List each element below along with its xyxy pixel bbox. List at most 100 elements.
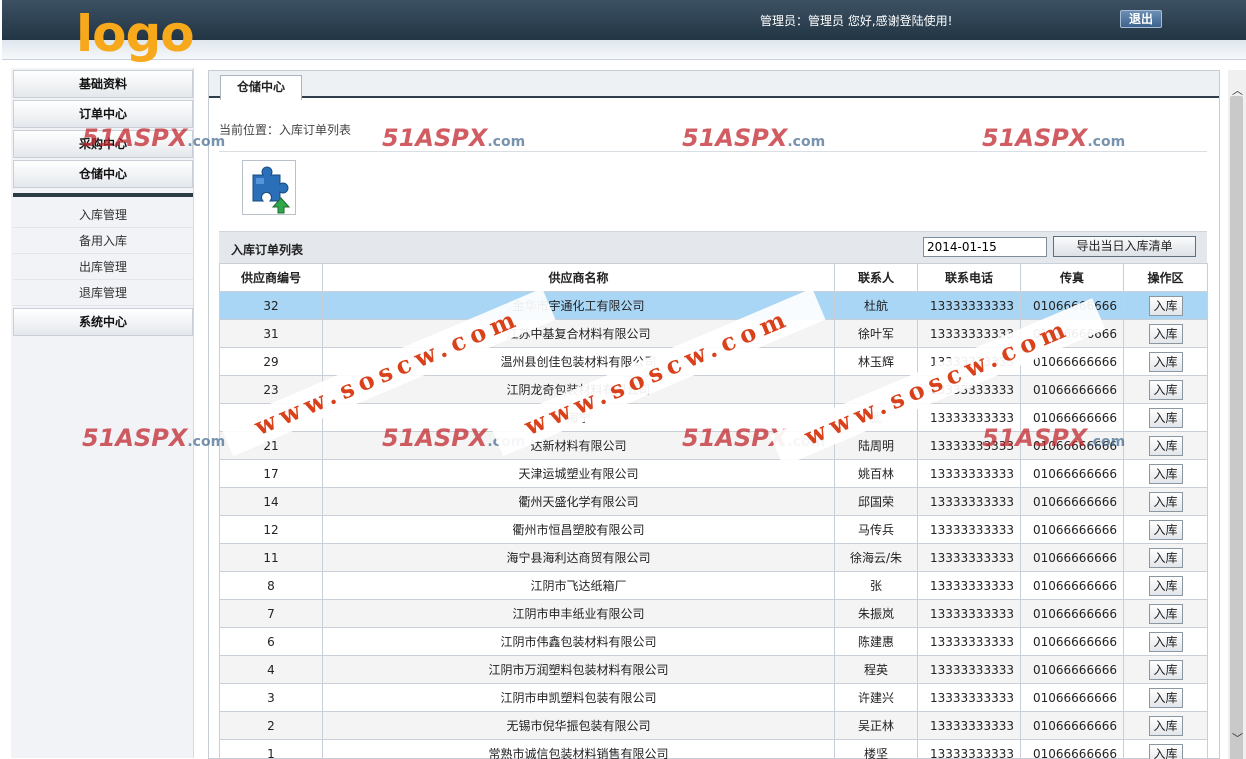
sidebar-item-stock-out[interactable]: 出库管理 (13, 254, 193, 280)
table-row[interactable]: 29 温州县创佳包装材料有限公司 林玉辉 13333333333 01066666666… (219, 347, 1208, 376)
stock-in-button[interactable]: 入库 (1148, 351, 1183, 372)
cell-phone: 13333333333 (917, 571, 1021, 600)
cell-actions: 入库 (1123, 459, 1208, 488)
cell-phone: 13333333333 (917, 487, 1021, 516)
puzzle-upload-icon[interactable] (242, 160, 296, 215)
sidebar-group-orders[interactable]: 订单中心 (13, 100, 193, 128)
cell-fax: 01066666666 (1020, 683, 1124, 712)
table-row[interactable]: 31 江苏中基复合材料有限公司 徐叶军 13333333333 01066666666 入… (219, 319, 1208, 348)
stock-in-button[interactable]: 入库 (1148, 463, 1183, 484)
cell-supplier-name: 江阴市申丰纸业有限公司 (322, 599, 835, 628)
sidebar-item-returns[interactable]: 退库管理 (13, 280, 193, 306)
cell-phone: 13333333333 (917, 347, 1021, 376)
stock-in-button[interactable]: 入库 (1148, 435, 1183, 456)
table-row[interactable]: 12 衢州市恒昌塑胶有限公司 马传兵 13333333333 01066666666 入库 (219, 515, 1208, 544)
sidebar-divider (13, 193, 193, 197)
cell-phone: 13333333333 (917, 459, 1021, 488)
table-row[interactable]: 21 达新材料有限公司 陆周明 13333333333 01066666666 入库 (219, 431, 1208, 460)
cell-phone: 13333333333 (917, 515, 1021, 544)
table-row[interactable]: 海宁武 13333333333 01066666666 入库 (219, 403, 1208, 432)
cell-phone: 13333333333 (917, 683, 1021, 712)
cell-actions: 入库 (1123, 571, 1208, 600)
scrollbar-thumb[interactable] (1230, 96, 1243, 759)
cell-supplier-name: 江阴龙奇包装材料有限公司 (322, 375, 835, 404)
table-row[interactable]: 17 天津运城塑业有限公司 姚百林 13333333333 01066666666 入库 (219, 459, 1208, 488)
cell-contact: 徐海云/朱 (834, 543, 918, 572)
cell-supplier-id: 2 (219, 711, 323, 740)
cell-contact: 陆周明 (834, 431, 918, 460)
stock-in-button[interactable]: 入库 (1148, 631, 1183, 652)
cell-actions: 入库 (1123, 347, 1208, 376)
stock-in-button[interactable]: 入库 (1148, 323, 1183, 344)
sidebar-group-warehouse[interactable]: 仓储中心 (13, 160, 193, 188)
cell-supplier-id: 32 (219, 291, 323, 320)
sidebar-item-stock-in[interactable]: 入库管理 (13, 202, 193, 228)
table-row[interactable]: 3 江阴市申凯塑料包装有限公司 许建兴 13333333333 01066666666 入… (219, 683, 1208, 712)
cell-supplier-id: 12 (219, 515, 323, 544)
export-daily-button[interactable]: 导出当日入库清单 (1053, 236, 1196, 257)
table-row[interactable]: 11 海宁县海利达商贸有限公司 徐海云/朱 13333333333 0106666666… (219, 543, 1208, 572)
cell-phone: 13333333333 (917, 291, 1021, 320)
cell-fax: 01066666666 (1020, 627, 1124, 656)
date-field[interactable] (923, 237, 1047, 257)
cell-actions: 入库 (1123, 375, 1208, 404)
table-row[interactable]: 7 江阴市申丰纸业有限公司 朱振岚 13333333333 01066666666 入库 (219, 599, 1208, 628)
main-panel: 仓储中心 当前位置：入库订单列表 入库订单列表 导出当日入库清单 供应商编号 (208, 70, 1220, 759)
table-row[interactable]: 23 江阴龙奇包装材料有限公司 13333333333 01066666666 入库 (219, 375, 1208, 404)
table-body: 32 金华市宇通化工有限公司 杜航 13333333333 01066666666 入库 3… (219, 291, 1208, 759)
table-row[interactable]: 4 江阴市万润塑料包装材料有限公司 程英 13333333333 01066666666… (219, 655, 1208, 684)
stock-in-button[interactable]: 入库 (1148, 715, 1183, 736)
cell-fax: 01066666666 (1020, 515, 1124, 544)
cell-supplier-name: 江阴市伟鑫包装材料有限公司 (322, 627, 835, 656)
cell-supplier-name: 江阴市万润塑料包装材料有限公司 (322, 655, 835, 684)
cell-phone: 13333333333 (917, 599, 1021, 628)
cell-contact: 张 (834, 571, 918, 600)
table-row[interactable]: 1 常熟市诚信包装材料销售有限公司 楼坚 13333333333 01066666666… (219, 739, 1208, 759)
stock-in-button[interactable]: 入库 (1148, 519, 1183, 540)
cell-supplier-id: 29 (219, 347, 323, 376)
table-row[interactable]: 2 无锡市倪华振包装有限公司 吴正林 13333333333 01066666666 入库 (219, 711, 1208, 740)
scroll-down-icon[interactable]: ﹀ (1232, 730, 1243, 746)
cell-fax: 01066666666 (1020, 487, 1124, 516)
cell-contact: 吴正林 (834, 711, 918, 740)
tab-warehouse[interactable]: 仓储中心 (220, 75, 302, 100)
col-header-actions: 操作区 (1123, 263, 1208, 292)
logo: logo (76, 5, 195, 63)
cell-supplier-id: 14 (219, 487, 323, 516)
breadcrumb: 当前位置：入库订单列表 (219, 123, 352, 137)
cell-supplier-name: 常熟市诚信包装材料销售有限公司 (322, 739, 835, 759)
logout-button[interactable]: 退出 (1120, 10, 1162, 28)
list-header: 入库订单列表 导出当日入库清单 (219, 231, 1207, 263)
stock-in-button[interactable]: 入库 (1148, 407, 1183, 428)
table-row[interactable]: 6 江阴市伟鑫包装材料有限公司 陈建惠 13333333333 01066666666 入… (219, 627, 1208, 656)
stock-in-button[interactable]: 入库 (1148, 659, 1183, 680)
stock-in-button[interactable]: 入库 (1148, 295, 1183, 316)
cell-supplier-name: 衢州天盛化学有限公司 (322, 487, 835, 516)
sidebar-group-purchasing[interactable]: 采购中心 (13, 130, 193, 158)
cell-contact: 朱振岚 (834, 599, 918, 628)
cell-supplier-id: 3 (219, 683, 323, 712)
sidebar-group-basic-data[interactable]: 基础资料 (13, 70, 193, 98)
stock-in-button[interactable]: 入库 (1148, 687, 1183, 708)
cell-contact: 许建兴 (834, 683, 918, 712)
table-row[interactable]: 8 江阴市飞达纸箱厂张 13333333333 01066666666 入库 (219, 571, 1208, 600)
cell-supplier-name: 金华市宇通化工有限公司 (322, 291, 835, 320)
cell-supplier-id (219, 403, 323, 432)
stock-in-button[interactable]: 入库 (1148, 491, 1183, 512)
col-header-fax: 传真 (1020, 263, 1124, 292)
cell-phone: 13333333333 (917, 543, 1021, 572)
cell-supplier-name: 江苏中基复合材料有限公司 (322, 319, 835, 348)
cell-fax: 01066666666 (1020, 543, 1124, 572)
page-scrollbar[interactable]: ︿ ﹀ (1228, 70, 1246, 759)
stock-in-button[interactable]: 入库 (1148, 547, 1183, 568)
stock-in-button[interactable]: 入库 (1148, 379, 1183, 400)
table-row[interactable]: 32 金华市宇通化工有限公司 杜航 13333333333 01066666666 入库 (219, 291, 1208, 320)
stock-in-button[interactable]: 入库 (1148, 743, 1183, 759)
sidebar-item-spare-stock-in[interactable]: 备用入库 (13, 228, 193, 254)
stock-in-button[interactable]: 入库 (1148, 603, 1183, 624)
cell-fax: 01066666666 (1020, 319, 1124, 348)
table-row[interactable]: 14 衢州天盛化学有限公司 邱国荣 13333333333 01066666666 入库 (219, 487, 1208, 516)
cell-fax: 01066666666 (1020, 571, 1124, 600)
sidebar-group-system[interactable]: 系统中心 (13, 308, 193, 336)
stock-in-button[interactable]: 入库 (1148, 575, 1183, 596)
